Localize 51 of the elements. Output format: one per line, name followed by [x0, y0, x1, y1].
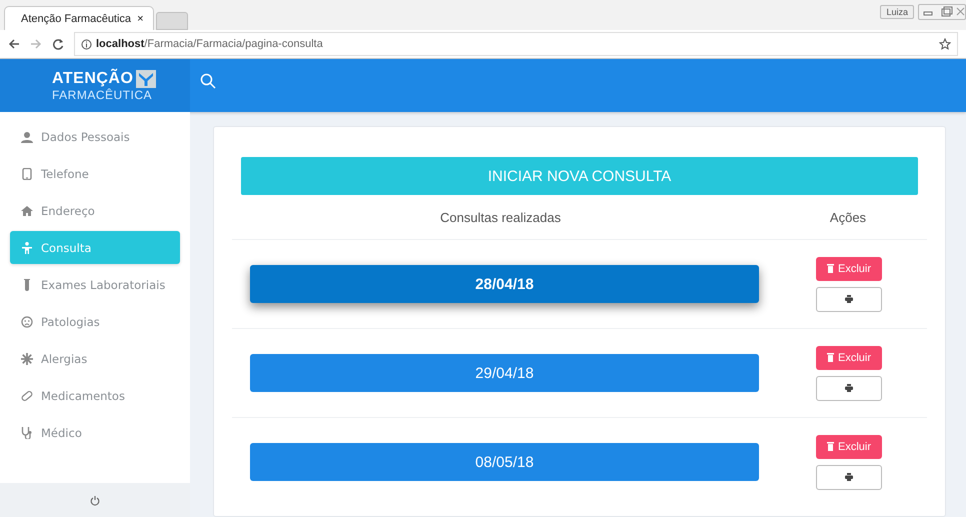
url-text: localhost/Farmacia/Farmacia/pagina-consulta — [96, 38, 323, 50]
delete-button[interactable]: Excluir — [816, 256, 882, 280]
person-icon — [21, 130, 33, 142]
sad-face-icon — [21, 316, 33, 328]
pill-icon — [21, 390, 33, 402]
sidebar-item[interactable]: Endereço — [10, 194, 180, 227]
person-icon — [21, 242, 33, 254]
reload-icon[interactable] — [52, 38, 64, 50]
trash-icon — [826, 442, 834, 451]
test-tube-icon — [21, 278, 33, 290]
printer-icon — [845, 295, 853, 303]
home-icon — [21, 204, 33, 216]
print-button[interactable] — [816, 464, 882, 490]
consultation-date-button[interactable]: 08/05/18 — [250, 443, 759, 481]
sidebar-item[interactable]: Dados Pessoais — [10, 120, 180, 153]
printer-icon — [845, 384, 853, 392]
logo-text: ATENÇÃO — [52, 70, 134, 88]
print-button[interactable] — [816, 286, 882, 312]
tab-title: Atenção Farmacêutica — [21, 12, 132, 24]
browser-tab[interactable]: Atenção Farmacêutica × — [4, 6, 154, 30]
trash-icon — [826, 264, 834, 273]
info-icon — [81, 38, 92, 50]
sidebar-item[interactable]: Patologias — [10, 305, 180, 338]
consultation-date-button[interactable]: 28/04/18 — [250, 265, 759, 303]
star-icon[interactable] — [939, 38, 951, 50]
asterisk-icon — [21, 352, 33, 364]
sidebar-item[interactable]: Exames Laboratoriais — [10, 268, 180, 301]
address-field[interactable]: localhost/Farmacia/Farmacia/pagina-consulta — [74, 32, 958, 56]
sidebar-item[interactable]: Telefone — [10, 157, 180, 190]
column-header: Consultas realizadas — [440, 210, 561, 224]
power-icon[interactable] — [90, 494, 100, 506]
user-badge[interactable]: Luiza — [880, 5, 914, 19]
logo-icon — [136, 70, 156, 88]
logo-subtitle: FARMACÊUTICA — [52, 88, 154, 102]
sidebar-item[interactable]: Médico — [10, 416, 180, 449]
trash-icon — [826, 353, 834, 362]
close-tab-button[interactable]: × — [137, 12, 144, 24]
phone-icon — [21, 168, 33, 180]
printer-icon — [845, 473, 853, 481]
column-header: Ações — [830, 210, 866, 224]
print-button[interactable] — [816, 376, 882, 400]
search-icon[interactable] — [200, 73, 216, 89]
consultation-date-button[interactable]: 29/04/18 — [250, 354, 759, 392]
delete-button[interactable]: Excluir — [816, 346, 882, 370]
sidebar-item[interactable]: Consulta — [10, 231, 180, 264]
sidebar-item[interactable]: Medicamentos — [10, 379, 180, 412]
delete-button[interactable]: Excluir — [816, 434, 882, 458]
stethoscope-icon — [21, 426, 33, 438]
back-icon[interactable] — [8, 38, 20, 50]
sidebar-item[interactable]: Alergias — [10, 342, 180, 375]
new-consultation-button[interactable]: INICIAR NOVA CONSULTA — [241, 157, 918, 195]
